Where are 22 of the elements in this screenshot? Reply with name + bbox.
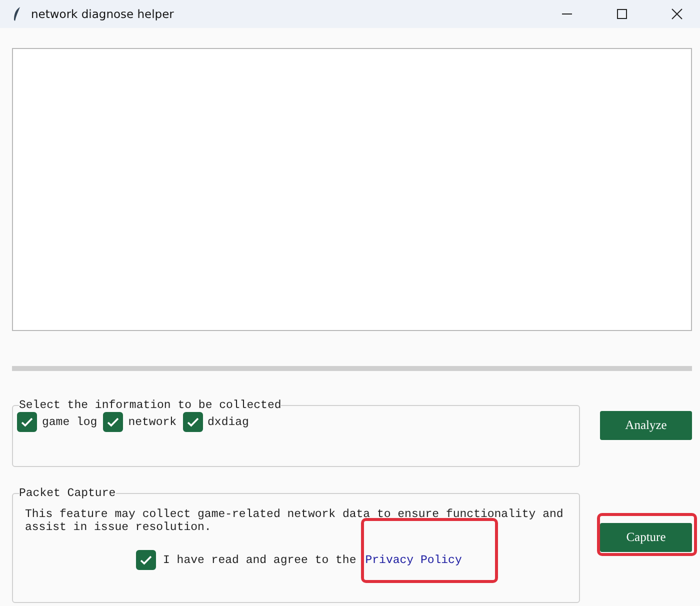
checkbox[interactable] [182,412,203,432]
checkbox[interactable] [136,550,156,570]
capture-button[interactable]: Capture [600,523,692,552]
maximize-icon[interactable] [616,8,628,20]
option-label: dxdiag [208,416,249,428]
checkmark-icon [139,553,153,567]
checkmark-icon [106,415,120,429]
window-title: network diagnose helper [31,7,175,21]
privacy-policy-link[interactable]: Privacy Policy [365,554,462,566]
description-text: This feature may collect game-related network data to ensure functionality and assist in issue resolution. [25,508,564,534]
close-icon[interactable] [671,8,683,20]
checkmark-icon [20,415,34,429]
analyze-button[interactable]: Analyze [600,411,692,440]
feather-icon [12,6,22,22]
group-title: Packet Capture [19,487,116,500]
checkmark-icon [186,415,200,429]
checkbox[interactable] [103,412,124,432]
checkbox[interactable] [17,412,37,432]
option-label: network [128,416,177,428]
option-label: game log [42,416,98,428]
group-title: Select the information to be collected [19,399,282,412]
agree-label: I have read and agree to the [163,554,356,566]
